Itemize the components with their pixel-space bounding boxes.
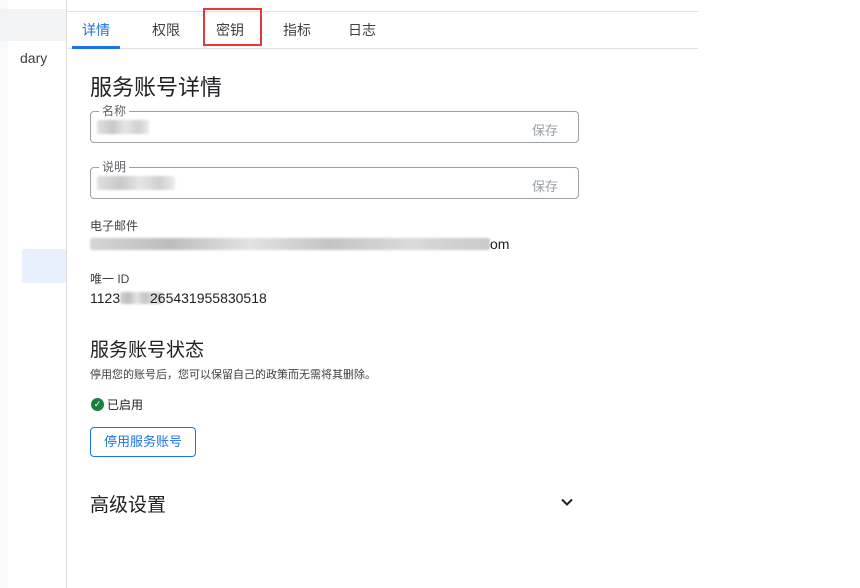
status-description: 停用您的账号后，您可以保留自己的政策而无需将其删除。 xyxy=(90,369,376,381)
unique-id-label: 唯一 ID xyxy=(90,272,130,286)
description-field-value-redacted xyxy=(97,176,175,190)
description-save-button[interactable]: 保存 xyxy=(532,176,558,195)
left-sidebar: dary xyxy=(0,0,67,588)
sidebar-active-item[interactable] xyxy=(22,249,66,283)
name-field-legend: 名称 xyxy=(99,104,130,118)
unique-id-prefix: 1123 xyxy=(90,290,121,306)
name-field[interactable]: 名称 保存 xyxy=(90,104,579,143)
keys-tab-highlight-box xyxy=(203,8,262,46)
unique-id-suffix: 265431955830518 xyxy=(150,290,267,306)
sidebar-item-partial[interactable]: dary xyxy=(20,50,47,66)
tab-bar: 详情 权限 密钥 指标 日志 xyxy=(68,12,698,49)
tab-logs[interactable]: 日志 xyxy=(338,12,386,48)
tab-permissions[interactable]: 权限 xyxy=(142,12,190,48)
name-field-value-redacted xyxy=(97,120,149,134)
status-section-title: 服务账号状态 xyxy=(90,340,205,361)
description-field-legend: 说明 xyxy=(99,160,130,174)
sidebar-header-block xyxy=(0,9,66,41)
email-label: 电子邮件 xyxy=(90,219,139,233)
email-value-redacted xyxy=(90,238,490,250)
status-badge: ✓ 已启用 xyxy=(91,396,143,413)
advanced-settings-toggle[interactable]: 高级设置 xyxy=(90,490,580,516)
name-save-button[interactable]: 保存 xyxy=(532,120,558,139)
chevron-down-icon[interactable] xyxy=(559,494,575,510)
description-field[interactable]: 说明 保存 xyxy=(90,160,579,199)
sidebar-edge xyxy=(0,0,8,588)
check-circle-icon: ✓ xyxy=(91,398,104,411)
page-title: 服务账号详情 xyxy=(90,75,223,100)
email-value-suffix: om xyxy=(490,236,510,252)
advanced-settings-title: 高级设置 xyxy=(90,495,167,516)
status-text: 已启用 xyxy=(107,398,144,412)
tab-metrics[interactable]: 指标 xyxy=(273,12,321,48)
tab-details[interactable]: 详情 xyxy=(72,12,120,49)
disable-service-account-button[interactable]: 停用服务账号 xyxy=(90,427,196,457)
